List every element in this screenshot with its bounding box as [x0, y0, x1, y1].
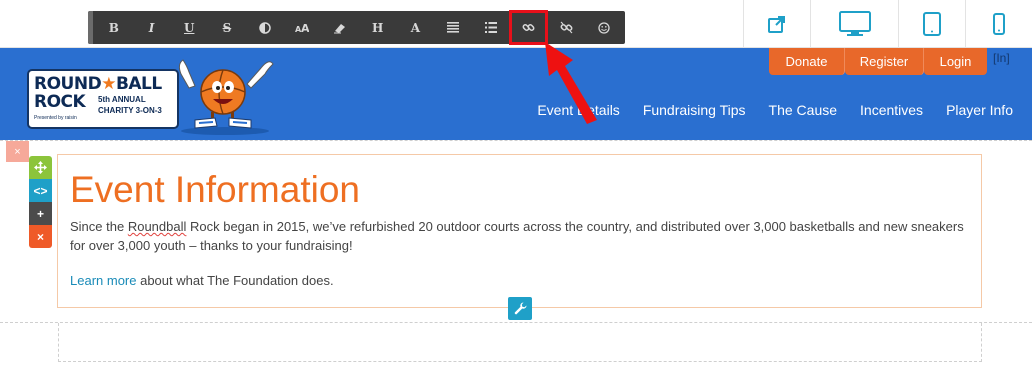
- site-logo[interactable]: ROUND★BALL ROCK 5th ANNUAL CHARITY 3-ON-…: [27, 69, 179, 129]
- link-button[interactable]: [508, 10, 549, 45]
- logo-presented-by: Presented by raisin: [34, 115, 77, 121]
- bold-button[interactable]: B: [95, 11, 133, 44]
- register-button[interactable]: Register: [845, 48, 924, 75]
- code-view-button[interactable]: <>: [29, 179, 52, 202]
- text-block[interactable]: Event Information Since the Roundball Ro…: [57, 154, 982, 308]
- phone-view-button[interactable]: [965, 0, 1032, 47]
- unlink-icon: [560, 21, 573, 34]
- empty-block-placeholder[interactable]: [58, 323, 982, 362]
- svg-text:A: A: [301, 22, 309, 34]
- device-preview-group: [743, 0, 1032, 47]
- basketball-mascot-icon: [178, 59, 274, 135]
- tablet-view-button[interactable]: [898, 0, 965, 47]
- italic-button[interactable]: I: [133, 11, 171, 44]
- donate-button[interactable]: Donate: [769, 48, 845, 75]
- tablet-icon: [923, 11, 941, 36]
- logo-title: ROUND★BALL: [34, 74, 162, 94]
- font-size-icon: AA: [295, 22, 309, 34]
- list-icon: [484, 22, 497, 33]
- link-icon: [522, 24, 535, 31]
- font-button[interactable]: A: [397, 11, 435, 44]
- eraser-icon: [334, 23, 346, 33]
- add-block-button[interactable]: +: [29, 202, 52, 225]
- nav-item-the-cause[interactable]: The Cause: [757, 102, 848, 118]
- heading-button[interactable]: H: [359, 11, 397, 44]
- logo-rock: ROCK: [34, 92, 86, 112]
- contrast-button[interactable]: [246, 11, 284, 44]
- nav-item-event-details[interactable]: Event Details: [526, 102, 631, 118]
- emoji-button[interactable]: [585, 11, 623, 44]
- page: B I U S AA H A ROUND★BALL ROCK 5th ANNUA…: [0, 0, 1032, 378]
- toolbar-drag-handle[interactable]: [88, 11, 93, 44]
- align-justify-icon: [447, 22, 460, 33]
- learn-more-link[interactable]: Learn more: [70, 273, 136, 288]
- list-button[interactable]: [472, 11, 510, 44]
- move-arrows-icon: [34, 161, 47, 174]
- contrast-icon: [258, 21, 271, 34]
- move-block-button[interactable]: [29, 156, 52, 179]
- nav-item-fundraising-tips[interactable]: Fundraising Tips: [631, 102, 757, 118]
- main-nav: Event Details Fundraising Tips The Cause…: [526, 102, 1032, 118]
- desktop-icon: [838, 10, 871, 36]
- eraser-button[interactable]: [321, 11, 359, 44]
- open-external-button[interactable]: [743, 0, 810, 47]
- editor-topbar: B I U S AA H A: [0, 0, 1032, 48]
- block-settings-button[interactable]: [508, 297, 532, 320]
- login-button[interactable]: Login: [924, 48, 987, 75]
- external-link-icon: [768, 15, 785, 33]
- smiley-icon: [598, 21, 610, 34]
- linkedin-placeholder[interactable]: [In]: [993, 51, 1010, 65]
- site-header: ROUND★BALL ROCK 5th ANNUAL CHARITY 3-ON-…: [0, 48, 1032, 140]
- font-size-button[interactable]: AA: [283, 11, 321, 44]
- desktop-view-button[interactable]: [810, 0, 898, 47]
- page-title: Event Information: [70, 169, 360, 210]
- nav-item-player-info[interactable]: Player Info: [935, 102, 1032, 118]
- rich-text-toolbar: B I U S AA H A: [88, 10, 625, 45]
- logo-charity: CHARITY 3-ON-3: [98, 106, 162, 115]
- align-button[interactable]: [434, 11, 472, 44]
- unlink-button[interactable]: [547, 11, 585, 44]
- strikethrough-button[interactable]: S: [208, 11, 246, 44]
- logo-annual: 5th ANNUAL: [98, 95, 146, 104]
- row-divider: [0, 140, 1032, 142]
- nav-item-incentives[interactable]: Incentives: [849, 102, 935, 118]
- close-row-button[interactable]: ×: [6, 141, 29, 162]
- phone-icon: [993, 12, 1005, 35]
- underline-button[interactable]: U: [170, 11, 208, 44]
- delete-block-button[interactable]: ×: [29, 225, 52, 248]
- learn-more-paragraph: Learn more about what The Foundation doe…: [70, 273, 334, 288]
- auth-buttons: Donate Register Login: [769, 48, 987, 75]
- body-paragraph: Since the Roundball Rock began in 2015, …: [70, 219, 964, 253]
- block-toolbar: <> + ×: [29, 156, 52, 248]
- spellcheck-word: Roundball: [127, 219, 187, 234]
- wrench-icon: [514, 302, 526, 315]
